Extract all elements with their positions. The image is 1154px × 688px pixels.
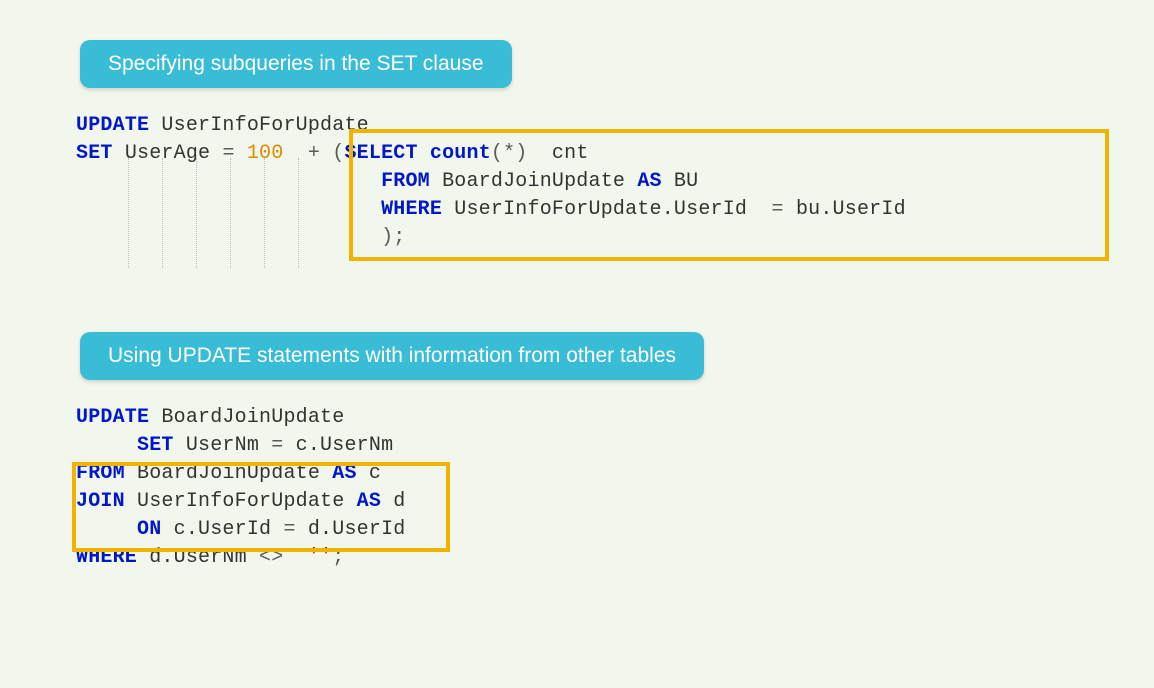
kw-from: FROM xyxy=(381,170,430,193)
kw-as-c: AS xyxy=(332,462,356,485)
op-eq-on: = xyxy=(283,518,295,541)
paren-close-semi: ); xyxy=(381,226,405,249)
kw-set: SET xyxy=(76,142,113,165)
id-userinfoforupdate-userid: UserInfoForUpdate.UserId xyxy=(454,198,747,221)
kw-set-2: SET xyxy=(137,434,174,457)
kw-select: SELECT xyxy=(344,142,417,165)
op-eq2: = xyxy=(772,198,784,221)
section-1-heading: Specifying subqueries in the SET clause xyxy=(80,40,512,88)
kw-count: count xyxy=(430,142,491,165)
kw-as-d: AS xyxy=(357,490,381,513)
op-eq-2: = xyxy=(271,434,283,457)
kw-where-2: WHERE xyxy=(76,546,137,569)
id-userage: UserAge xyxy=(125,142,210,165)
page-container: Specifying subqueries in the SET clause … xyxy=(0,0,1154,672)
id-d-userid: d.UserId xyxy=(308,518,406,541)
op-plus: + xyxy=(308,142,320,165)
section-2-heading: Using UPDATE statements with information… xyxy=(80,332,704,380)
kw-update-2: UPDATE xyxy=(76,406,149,429)
id-c-usernm: c.UserNm xyxy=(296,434,394,457)
id-usernm: UserNm xyxy=(186,434,259,457)
id-userinfoforupdate: UserInfoForUpdate xyxy=(161,114,368,137)
id-bu-userid: bu.UserId xyxy=(796,198,906,221)
count-args: (*) xyxy=(491,142,528,165)
id-c: c xyxy=(369,462,381,485)
id-cnt: cnt xyxy=(552,142,589,165)
num-100: 100 xyxy=(247,142,284,165)
code-block-2: UPDATE BoardJoinUpdate SET UserNm = c.Us… xyxy=(70,402,1084,572)
section-1: Specifying subqueries in the SET clause … xyxy=(70,40,1084,252)
id-d-usernm: d.UserNm xyxy=(149,546,247,569)
op-eq: = xyxy=(222,142,234,165)
id-boardjoinupdate: BoardJoinUpdate xyxy=(442,170,625,193)
kw-as: AS xyxy=(637,170,661,193)
kw-on: ON xyxy=(137,518,161,541)
kw-where: WHERE xyxy=(381,198,442,221)
kw-join: JOIN xyxy=(76,490,125,513)
id-userinfoforupdate-d: UserInfoForUpdate xyxy=(137,490,344,513)
semi-2: ; xyxy=(332,546,344,569)
kw-update: UPDATE xyxy=(76,114,149,137)
paren-open: ( xyxy=(332,142,344,165)
id-c-userid: c.UserId xyxy=(174,518,272,541)
op-neq: <> xyxy=(259,546,283,569)
section-2: Using UPDATE statements with information… xyxy=(70,332,1084,572)
id-d: d xyxy=(393,490,405,513)
str-empty: '' xyxy=(308,546,332,569)
code-block-1: UPDATE UserInfoForUpdate SET UserAge = 1… xyxy=(70,110,1084,252)
id-boardjoinupdate-2: BoardJoinUpdate xyxy=(161,406,344,429)
kw-from-2: FROM xyxy=(76,462,125,485)
id-bu: BU xyxy=(674,170,698,193)
id-boardjoinupdate-c: BoardJoinUpdate xyxy=(137,462,320,485)
